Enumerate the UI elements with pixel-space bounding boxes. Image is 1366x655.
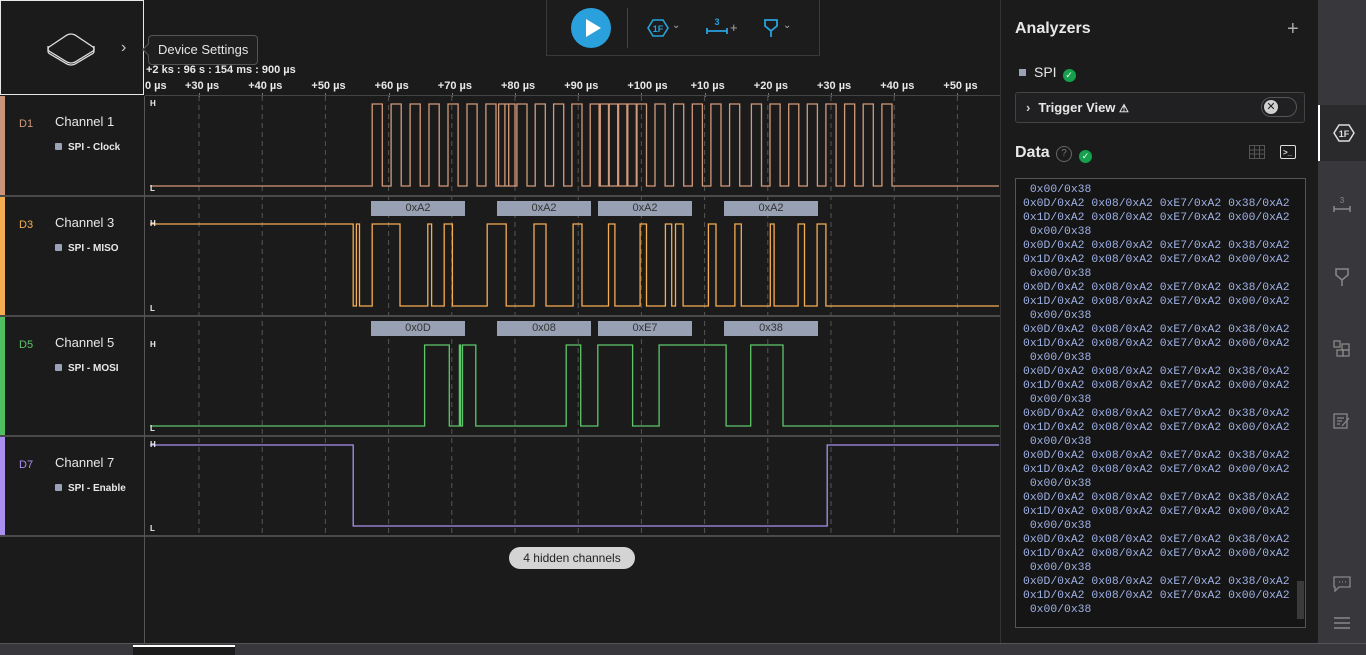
waveform-d5[interactable] bbox=[150, 344, 999, 427]
chat-icon bbox=[1333, 576, 1351, 593]
low-level-label: L bbox=[150, 524, 155, 533]
logic-analyzer-app: › Device Settings +2 ks : 96 s : 154 ms … bbox=[0, 0, 1366, 655]
channel-analyzer-label: SPI - Clock bbox=[55, 142, 120, 153]
channel-analyzer-label: SPI - Enable bbox=[55, 483, 126, 494]
table-view-icon[interactable] bbox=[1249, 145, 1265, 159]
analyzers-title: Analyzers bbox=[1015, 20, 1091, 37]
close-icon: ✕ bbox=[1264, 100, 1278, 114]
help-icon[interactable]: ? bbox=[1056, 146, 1072, 162]
channel-name[interactable]: Channel 7 bbox=[55, 455, 114, 470]
trigger-view-row[interactable]: › Trigger View ⚠ ✕ bbox=[1015, 92, 1305, 123]
row-divider bbox=[0, 195, 1000, 197]
terminal-output[interactable]: 0x00/0x38 0x0D/0xA2 0x08/0xA2 0xE7/0xA2 … bbox=[1015, 178, 1306, 628]
analyzers-panel: Analyzers + SPI ✓ › Trigger View ⚠ ✕ Data … bbox=[1000, 0, 1319, 643]
rail-menu-button[interactable] bbox=[1318, 608, 1366, 638]
waveform-d1[interactable] bbox=[150, 103, 999, 187]
terminal-scrollbar[interactable] bbox=[1297, 581, 1304, 619]
channel-id: D5 bbox=[19, 339, 34, 351]
chevron-right-icon: › bbox=[1026, 100, 1031, 115]
channel-analyzer-label: SPI - MISO bbox=[55, 243, 119, 254]
low-level-label: L bbox=[150, 304, 155, 313]
analyzer-color-swatch bbox=[1019, 69, 1026, 76]
decoded-byte[interactable]: 0x0D bbox=[371, 321, 465, 336]
decoded-byte[interactable]: 0xA2 bbox=[371, 201, 465, 216]
rail-triggers-button[interactable] bbox=[1318, 249, 1366, 305]
scrollbar-thumb[interactable] bbox=[133, 645, 235, 655]
channel-analyzer-label: SPI - MOSI bbox=[55, 363, 119, 374]
label-panel-border bbox=[144, 96, 145, 643]
decoded-byte[interactable]: 0xA2 bbox=[598, 201, 692, 216]
channel-name[interactable]: Channel 3 bbox=[55, 215, 114, 230]
analyzer-name: SPI bbox=[1034, 64, 1057, 80]
hidden-channels-button[interactable]: 4 hidden channels bbox=[509, 547, 635, 569]
channel-color-bar bbox=[0, 437, 5, 535]
svg-text:3: 3 bbox=[1340, 196, 1345, 205]
high-level-label: H bbox=[150, 440, 156, 449]
channel-label-d5[interactable]: D5 Channel 5 SPI - MOSI bbox=[0, 317, 144, 435]
rail-extensions-button[interactable] bbox=[1318, 321, 1366, 377]
side-rail: 1F 3 bbox=[1318, 0, 1366, 643]
channel-id: D7 bbox=[19, 459, 34, 471]
trigger-icon bbox=[1335, 268, 1349, 286]
rail-feedback-button[interactable] bbox=[1318, 570, 1366, 600]
channel-label-d3[interactable]: D3 Channel 3 SPI - MISO bbox=[0, 197, 144, 315]
channel-label-d7[interactable]: D7 Channel 7 SPI - Enable bbox=[0, 437, 144, 535]
add-analyzer-plus-icon[interactable]: + bbox=[1287, 18, 1299, 41]
channel-name[interactable]: Channel 5 bbox=[55, 335, 114, 350]
low-level-label: L bbox=[150, 424, 155, 433]
decoded-byte[interactable]: 0x08 bbox=[497, 321, 591, 336]
trigger-view-toggle[interactable]: ✕ bbox=[1261, 97, 1297, 117]
trigger-view-label-group: › Trigger View ⚠ bbox=[1026, 100, 1129, 115]
data-status: ✓ bbox=[1079, 145, 1092, 163]
terminal-lines: 0x00/0x38 0x0D/0xA2 0x08/0xA2 0xE7/0xA2 … bbox=[1023, 184, 1290, 616]
waveform-d7[interactable] bbox=[150, 444, 999, 527]
notes-icon bbox=[1333, 413, 1350, 429]
check-circle-icon: ✓ bbox=[1062, 69, 1076, 82]
decoded-byte[interactable]: 0x38 bbox=[724, 321, 818, 336]
high-level-label: H bbox=[150, 99, 156, 108]
rail-analyzers-button[interactable]: 1F bbox=[1318, 105, 1366, 161]
rail-timing-markers-button[interactable]: 3 bbox=[1318, 177, 1366, 233]
decoded-byte[interactable]: 0xA2 bbox=[497, 201, 591, 216]
waveform-d3[interactable] bbox=[150, 223, 999, 307]
channel-color-bar bbox=[0, 197, 5, 315]
channel-label-d1[interactable]: D1 Channel 1 SPI - Clock bbox=[0, 96, 144, 195]
channel-color-bar bbox=[0, 317, 5, 435]
warning-icon: ⚠ bbox=[1119, 103, 1129, 115]
check-circle-icon: ✓ bbox=[1079, 150, 1092, 163]
row-divider bbox=[0, 435, 1000, 437]
analyzer-item-spi[interactable]: SPI ✓ bbox=[1019, 64, 1076, 82]
svg-text:1F: 1F bbox=[1339, 129, 1350, 139]
high-level-label: H bbox=[150, 340, 156, 349]
low-level-label: L bbox=[150, 184, 155, 193]
rail-notes-button[interactable] bbox=[1318, 393, 1366, 449]
terminal-view-icon[interactable]: >_ bbox=[1280, 145, 1296, 159]
channel-color-bar bbox=[0, 96, 5, 195]
channel-name[interactable]: Channel 1 bbox=[55, 114, 114, 129]
decoded-byte[interactable]: 0xE7 bbox=[598, 321, 692, 336]
high-level-label: H bbox=[150, 219, 156, 228]
decoded-byte[interactable]: 0xA2 bbox=[724, 201, 818, 216]
analyzer-hex-icon: 1F bbox=[1333, 124, 1355, 142]
hamburger-menu-icon bbox=[1334, 617, 1350, 629]
row-divider bbox=[0, 535, 1000, 537]
measurement-icon: 3 bbox=[1333, 196, 1351, 212]
channel-id: D3 bbox=[19, 219, 34, 231]
trigger-view-label: Trigger View bbox=[1038, 100, 1116, 115]
row-divider bbox=[0, 315, 1000, 317]
channel-id: D1 bbox=[19, 118, 34, 130]
data-title: Data bbox=[1015, 144, 1050, 161]
extensions-icon bbox=[1333, 340, 1350, 357]
